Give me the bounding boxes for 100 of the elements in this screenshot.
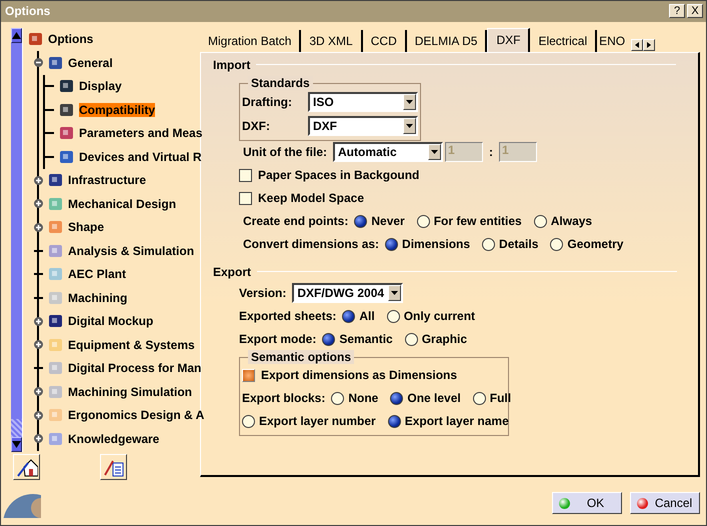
collapse-icon[interactable]: [34, 58, 43, 68]
section-title: Export: [213, 264, 252, 279]
radio-label[interactable]: Geometry: [567, 237, 624, 252]
radio-label[interactable]: Export layer number: [259, 414, 376, 428]
tab[interactable]: DXF: [487, 28, 530, 52]
scroll-thumb[interactable]: [11, 418, 22, 437]
radio-button[interactable]: [331, 392, 344, 405]
radio-button[interactable]: [386, 310, 400, 323]
field-label: Drafting:: [242, 94, 292, 109]
dropdown-icon[interactable]: [431, 150, 438, 154]
radio-label[interactable]: Dimensions: [402, 237, 470, 252]
expand-icon[interactable]: [34, 222, 43, 232]
radio-button[interactable]: [385, 238, 398, 251]
field-label: Unit of the file:: [243, 145, 327, 160]
radio-label[interactable]: All: [359, 309, 375, 324]
checkbox-label[interactable]: Paper Spaces in Backgound: [258, 168, 420, 182]
checkbox[interactable]: [239, 192, 252, 205]
radio-label[interactable]: Graphic: [422, 332, 468, 346]
options-tree-icon: [27, 31, 44, 48]
cancel-button[interactable]: Cancel: [630, 492, 700, 514]
checkbox-label[interactable]: Export dimensions as Dimensions: [261, 368, 458, 382]
ok-button[interactable]: OK: [552, 492, 622, 514]
dropdown[interactable]: DXF: [308, 116, 418, 136]
radio-button[interactable]: [482, 238, 496, 251]
field-label: Exported sheets:: [239, 309, 336, 324]
tree-item[interactable]: Options: [48, 32, 94, 46]
dropdown[interactable]: ISO: [308, 92, 418, 112]
radio-button[interactable]: [550, 238, 564, 251]
expand-icon[interactable]: [34, 340, 43, 350]
tree-item[interactable]: Machining Simulation: [68, 384, 192, 399]
radio-button[interactable]: [322, 332, 336, 346]
tree-item[interactable]: Mechanical Design: [68, 196, 176, 211]
radio-label[interactable]: Full: [490, 391, 512, 406]
scroll-right-button[interactable]: [643, 38, 656, 51]
radio-button[interactable]: [388, 414, 401, 428]
dropdown[interactable]: DXF/DWG 2004: [292, 283, 404, 304]
reset-tool-button[interactable]: [13, 454, 40, 480]
scroll-up-icon[interactable]: [12, 32, 21, 39]
radio-button[interactable]: [472, 392, 486, 405]
tree-item[interactable]: Machining: [68, 290, 128, 305]
tree-item[interactable]: Knowledgeware: [68, 432, 160, 446]
radio-label[interactable]: Details: [499, 237, 538, 252]
radio-button[interactable]: [404, 332, 418, 346]
radio-label[interactable]: Only current: [404, 309, 476, 324]
radio-button[interactable]: [354, 214, 368, 228]
tree-item[interactable]: Infrastructure: [68, 173, 146, 188]
export-tool-button[interactable]: [100, 454, 127, 480]
expand-icon[interactable]: [34, 387, 43, 396]
scrollbar[interactable]: [11, 28, 23, 452]
tab[interactable]: ENO: [597, 30, 628, 52]
radio-button[interactable]: [534, 214, 547, 228]
tree-item[interactable]: AEC Plant: [68, 267, 126, 282]
expand-icon[interactable]: [34, 434, 43, 444]
status-dot-icon: [559, 498, 570, 509]
number-field: 1: [445, 142, 483, 162]
radio-label[interactable]: One level: [407, 391, 461, 406]
scroll-down-icon[interactable]: [12, 440, 21, 448]
dropdown-icon[interactable]: [406, 100, 413, 104]
tree-item[interactable]: Shape: [68, 220, 104, 234]
radio-label[interactable]: Always: [550, 214, 592, 228]
home-tool-icon: [16, 456, 38, 477]
dropdown-icon[interactable]: [391, 291, 398, 296]
expand-icon[interactable]: [34, 176, 43, 185]
status-dot-icon: [637, 498, 648, 509]
dropdown[interactable]: Automatic: [333, 142, 443, 162]
field-label: Export blocks:: [242, 391, 326, 406]
help-button[interactable]: ?: [669, 4, 685, 18]
tree-item[interactable]: Compatibility: [79, 102, 156, 117]
radio-button[interactable]: [242, 414, 255, 428]
tree-item[interactable]: Ergonomics Design & A: [68, 408, 204, 422]
dropdown-icon[interactable]: [406, 124, 413, 128]
tree-item[interactable]: Devices and Virtual R: [79, 150, 202, 164]
radio-label[interactable]: Never: [371, 214, 405, 228]
group-title: Standards: [248, 76, 313, 90]
expand-icon[interactable]: [34, 199, 43, 208]
radio-label[interactable]: Semantic: [339, 332, 393, 346]
checkbox-label[interactable]: Keep Model Space: [258, 191, 364, 206]
radio-label[interactable]: For few entities: [434, 214, 522, 228]
radio-button[interactable]: [390, 392, 404, 405]
field-label: Create end points:: [243, 214, 348, 228]
checkbox[interactable]: [239, 168, 252, 182]
field-label: DXF:: [242, 118, 270, 133]
radio-button[interactable]: [416, 214, 430, 228]
expand-icon[interactable]: [34, 410, 43, 420]
radio-label[interactable]: Export layer name: [404, 414, 509, 428]
tree-item[interactable]: Display: [79, 79, 122, 94]
expand-icon[interactable]: [34, 316, 43, 326]
radio-label[interactable]: None: [348, 391, 378, 406]
radio-button[interactable]: [342, 310, 356, 323]
close-button[interactable]: X: [687, 4, 703, 18]
tree-item[interactable]: General: [68, 56, 113, 70]
tree-item[interactable]: Digital Process for Man: [68, 361, 202, 376]
scroll-left-button[interactable]: [631, 38, 644, 51]
tree-item[interactable]: Equipment & Systems: [68, 338, 195, 352]
tree-item[interactable]: Digital Mockup: [68, 314, 154, 328]
tree-item[interactable]: Parameters and Meas: [79, 126, 202, 140]
group-title: Semantic options: [248, 350, 354, 364]
field-label: Version:: [239, 286, 286, 300]
number-field: 1: [499, 142, 537, 162]
tree-item[interactable]: Analysis & Simulation: [68, 244, 194, 258]
